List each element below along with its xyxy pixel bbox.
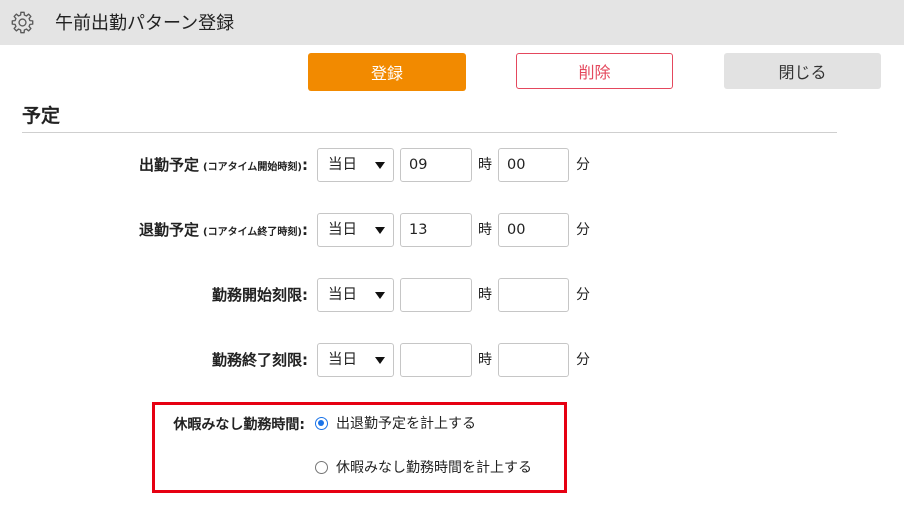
holiday-work-time-label: 休暇みなし勤務時間: bbox=[155, 414, 305, 436]
radio-option-count-schedule[interactable]: 出退勤予定を計上する bbox=[315, 413, 555, 435]
row-label-text: 勤務終了刻限 bbox=[211, 351, 302, 369]
hour-unit: 時 bbox=[478, 287, 492, 303]
day-select-value: 当日 bbox=[328, 157, 357, 173]
day-select[interactable]: 当日 bbox=[317, 213, 394, 247]
minute-input[interactable] bbox=[498, 343, 569, 377]
delete-button[interactable]: 削除 bbox=[516, 53, 673, 89]
radio-option-label: 休暇みなし勤務時間を計上する bbox=[336, 460, 532, 476]
hour-input[interactable] bbox=[400, 148, 472, 182]
row-label-colon: : bbox=[302, 351, 308, 369]
minute-unit: 分 bbox=[576, 222, 590, 238]
holiday-work-time-label-text: 休暇みなし勤務時間 bbox=[173, 417, 300, 433]
minute-input[interactable] bbox=[498, 213, 569, 247]
row-label: 出勤予定 (コアタイム開始時刻): bbox=[0, 148, 308, 182]
minute-unit: 分 bbox=[576, 157, 590, 173]
radio-option-count-holiday-time[interactable]: 休暇みなし勤務時間を計上する bbox=[315, 457, 555, 479]
caret-down-icon bbox=[375, 292, 385, 299]
register-button[interactable]: 登録 bbox=[308, 53, 466, 91]
row-label-text: 出勤予定 bbox=[139, 156, 200, 174]
work-start-limit-row: 勤務開始刻限: 当日 時 分 bbox=[0, 278, 620, 312]
radio-option-label: 出退勤予定を計上する bbox=[336, 416, 476, 432]
radio-button[interactable] bbox=[315, 461, 328, 474]
holiday-work-time-label-colon: : bbox=[299, 417, 305, 433]
row-label: 勤務終了刻限: bbox=[0, 343, 308, 377]
minute-unit: 分 bbox=[576, 287, 590, 303]
day-select[interactable]: 当日 bbox=[317, 343, 394, 377]
caret-down-icon bbox=[375, 357, 385, 364]
row-label-colon: : bbox=[302, 221, 308, 239]
hour-input[interactable] bbox=[400, 213, 472, 247]
day-select-value: 当日 bbox=[328, 287, 357, 303]
day-select-value: 当日 bbox=[328, 352, 357, 368]
caret-down-icon bbox=[375, 162, 385, 169]
radio-button[interactable] bbox=[315, 417, 328, 430]
day-select-value: 当日 bbox=[328, 222, 357, 238]
gear-icon bbox=[11, 11, 34, 34]
hour-unit: 時 bbox=[478, 352, 492, 368]
section-divider bbox=[22, 132, 837, 133]
work-end-limit-row: 勤務終了刻限: 当日 時 分 bbox=[0, 343, 620, 377]
minute-input[interactable] bbox=[498, 278, 569, 312]
hour-unit: 時 bbox=[478, 157, 492, 173]
row-label: 退勤予定 (コアタイム終了時刻): bbox=[0, 213, 308, 247]
section-title: 予定 bbox=[22, 105, 61, 127]
row-label-colon: : bbox=[302, 156, 308, 174]
hour-input[interactable] bbox=[400, 278, 472, 312]
hour-input[interactable] bbox=[400, 343, 472, 377]
close-button[interactable]: 閉じる bbox=[724, 53, 881, 89]
minute-input[interactable] bbox=[498, 148, 569, 182]
row-label-text: 勤務開始刻限 bbox=[211, 286, 302, 304]
hour-unit: 時 bbox=[478, 222, 492, 238]
row-label-colon: : bbox=[302, 286, 308, 304]
caret-down-icon bbox=[375, 227, 385, 234]
row-label-text: 退勤予定 bbox=[139, 221, 200, 239]
day-select[interactable]: 当日 bbox=[317, 278, 394, 312]
title-bar: 午前出勤パターン登録 bbox=[0, 0, 904, 45]
minute-unit: 分 bbox=[576, 352, 590, 368]
clock-out-schedule-row: 退勤予定(コアタイム終了時刻): 当日 時 分 bbox=[0, 213, 620, 247]
row-label-note: (コアタイム終了時刻) bbox=[203, 227, 302, 238]
row-label: 勤務開始刻限: bbox=[0, 278, 308, 312]
page-title: 午前出勤パターン登録 bbox=[55, 13, 235, 34]
highlight-annotation-box: 休暇みなし勤務時間: 出退勤予定を計上する 休暇みなし勤務時間を計上する bbox=[152, 402, 567, 493]
day-select[interactable]: 当日 bbox=[317, 148, 394, 182]
clock-in-schedule-row: 出勤予定(コアタイム開始時刻): 当日 時 分 bbox=[0, 148, 620, 182]
row-label-note: (コアタイム開始時刻) bbox=[203, 162, 302, 173]
